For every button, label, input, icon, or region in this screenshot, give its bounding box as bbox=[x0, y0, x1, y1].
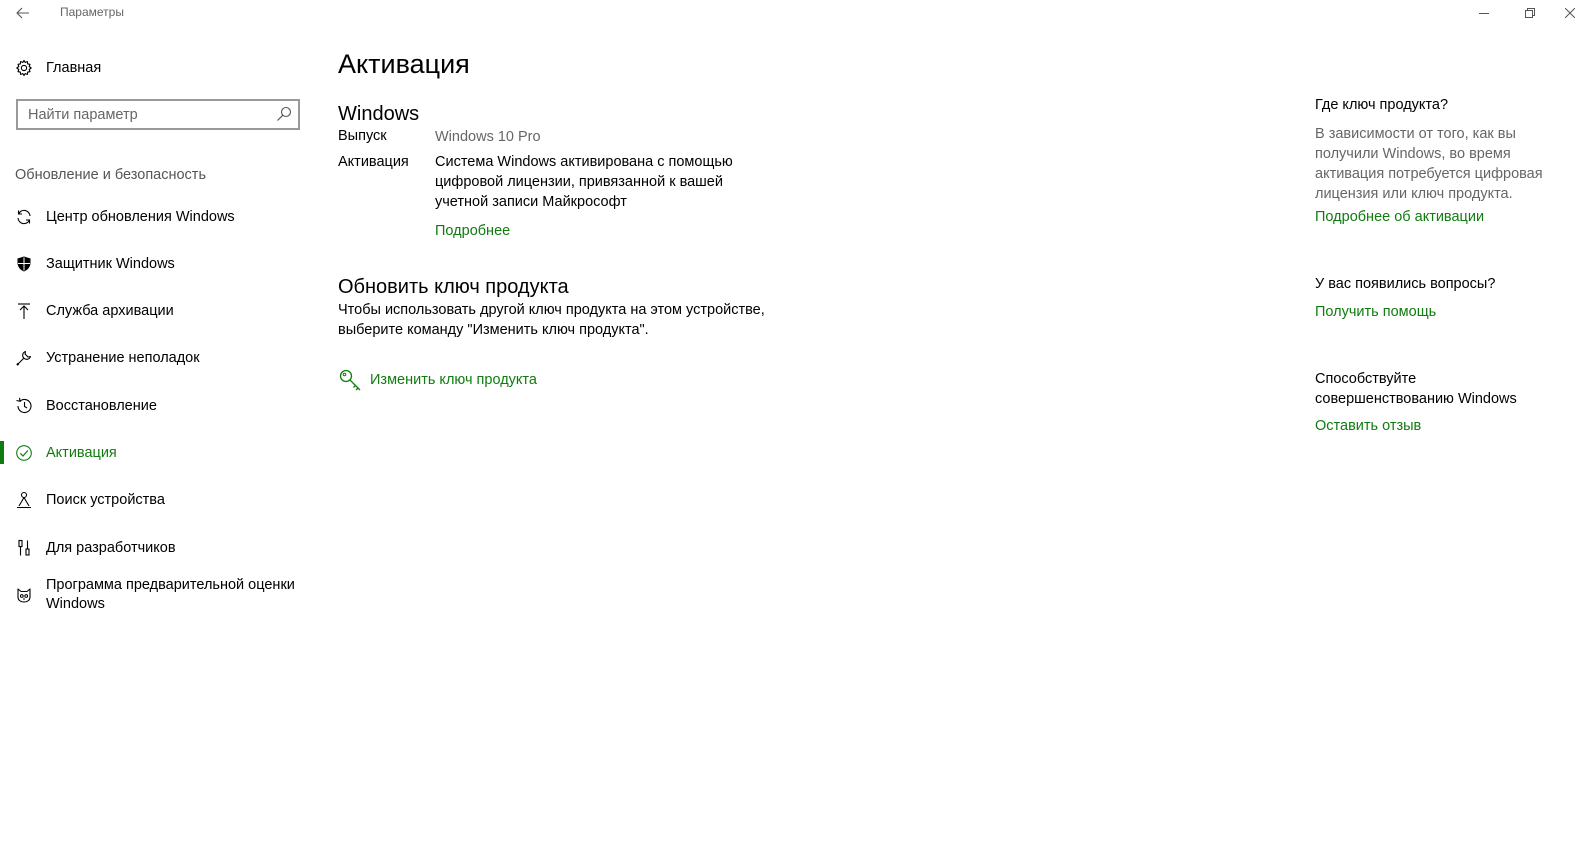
sidebar-home[interactable]: Главная bbox=[14, 56, 294, 80]
window-title: Параметры bbox=[60, 5, 124, 19]
get-help-link[interactable]: Получить помощь bbox=[1315, 304, 1436, 320]
search-input[interactable] bbox=[18, 101, 268, 128]
sidebar-item-label: Восстановление bbox=[46, 398, 157, 414]
sidebar-item-label: Защитник Windows bbox=[46, 256, 175, 272]
windows-section-heading: Windows bbox=[338, 103, 420, 125]
sidebar-item-windows-update[interactable]: Центр обновления Windows bbox=[14, 205, 314, 229]
edition-label: Выпуск bbox=[338, 128, 387, 144]
sidebar-item-label: Центр обновления Windows bbox=[46, 209, 235, 225]
more-info-link[interactable]: Подробнее bbox=[435, 223, 510, 239]
where-key-text: В зависимости от того, как вы получили W… bbox=[1315, 126, 1543, 202]
sidebar-item-label: Активация bbox=[46, 445, 117, 461]
developer-tools-icon bbox=[14, 538, 34, 558]
gear-icon bbox=[14, 58, 34, 78]
key-icon bbox=[339, 369, 361, 391]
sidebar-item-activation[interactable]: Активация bbox=[14, 441, 314, 465]
sidebar-item-label: Служба архивации bbox=[46, 303, 174, 319]
refresh-icon bbox=[14, 207, 34, 227]
sidebar-home-label: Главная bbox=[46, 60, 102, 76]
sidebar-item-label: Поиск устройства bbox=[46, 492, 165, 508]
page-title: Активация bbox=[338, 49, 470, 79]
update-key-heading: Обновить ключ продукта bbox=[338, 276, 569, 298]
questions-heading: У вас появились вопросы? bbox=[1315, 276, 1496, 292]
insider-cat-icon bbox=[14, 585, 34, 605]
person-location-icon bbox=[14, 490, 34, 510]
activation-more-link[interactable]: Подробнее об активации bbox=[1315, 209, 1484, 225]
sidebar-item-windows-defender[interactable]: Защитник Windows bbox=[14, 252, 314, 276]
minimize-icon bbox=[1479, 13, 1489, 14]
change-key-button[interactable]: Изменить ключ продукта bbox=[338, 367, 537, 393]
activation-label: Активация bbox=[338, 154, 409, 170]
search-icon[interactable] bbox=[276, 106, 292, 122]
minimize-button[interactable] bbox=[1461, 0, 1507, 26]
shield-icon bbox=[14, 254, 34, 274]
close-button[interactable] bbox=[1547, 0, 1593, 26]
activation-status-text: Система Windows активирована с помощью ц… bbox=[435, 154, 733, 210]
update-key-description: Чтобы использовать другой ключ продукта … bbox=[338, 302, 765, 338]
change-key-link[interactable]: Изменить ключ продукта bbox=[370, 372, 537, 388]
title-bar: Параметры bbox=[0, 0, 1593, 26]
where-key-heading: Где ключ продукта? bbox=[1315, 97, 1449, 113]
edition-value: Windows 10 Pro bbox=[435, 129, 541, 145]
restore-icon bbox=[1525, 8, 1535, 18]
sidebar-item-recovery[interactable]: Восстановление bbox=[14, 394, 314, 418]
sidebar-item-label: Для разработчиков bbox=[46, 540, 176, 556]
sidebar-item-backup[interactable]: Служба архивации bbox=[14, 299, 314, 323]
sidebar-item-troubleshoot[interactable]: Устранение неполадок bbox=[14, 346, 314, 370]
sidebar-section-header: Обновление и безопасность bbox=[15, 167, 206, 183]
give-feedback-link[interactable]: Оставить отзыв bbox=[1315, 418, 1421, 434]
check-circle-icon bbox=[14, 443, 34, 463]
upload-arrow-icon bbox=[14, 301, 34, 321]
sidebar-item-label: Устранение неполадок bbox=[46, 350, 200, 366]
sidebar-item-developers[interactable]: Для разработчиков bbox=[14, 536, 314, 560]
history-icon bbox=[14, 396, 34, 416]
active-indicator bbox=[0, 441, 4, 464]
sidebar-item-insider[interactable]: Программа предварительной оценки Windows bbox=[14, 574, 314, 616]
feedback-heading: Способствуйте совершенствованию Windows bbox=[1315, 371, 1517, 407]
sidebar-item-label: Программа предварительной оценки Windows bbox=[46, 576, 295, 613]
search-box[interactable] bbox=[16, 99, 300, 130]
sidebar-item-find-device[interactable]: Поиск устройства bbox=[14, 488, 314, 512]
back-arrow-icon bbox=[16, 7, 29, 19]
close-icon bbox=[1565, 8, 1575, 18]
wrench-icon bbox=[14, 348, 34, 368]
back-button[interactable] bbox=[8, 0, 38, 26]
